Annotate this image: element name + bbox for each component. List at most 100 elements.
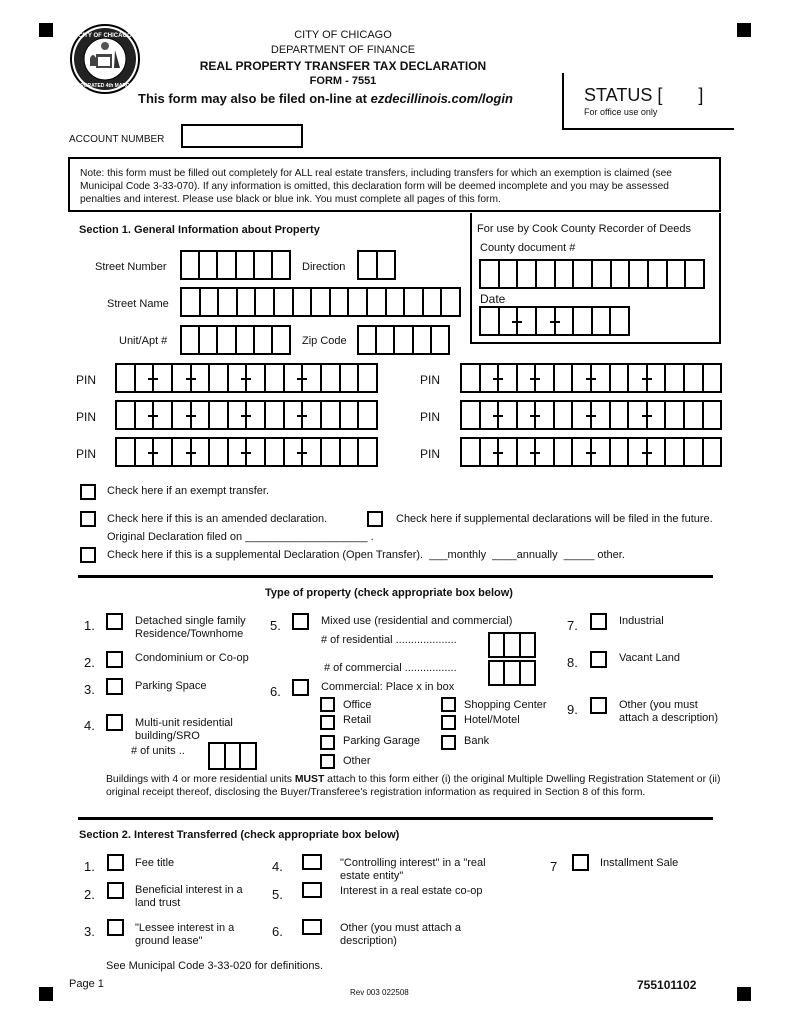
character-cell[interactable] (322, 439, 341, 465)
character-cell[interactable] (442, 289, 459, 315)
character-cell[interactable] (229, 365, 252, 391)
character-cell[interactable] (518, 439, 540, 465)
character-cell[interactable] (499, 439, 518, 465)
character-cell[interactable] (266, 365, 285, 391)
character-cell[interactable] (704, 439, 721, 465)
character-cell[interactable] (312, 289, 331, 315)
pin-field-6[interactable] (460, 437, 722, 467)
character-cell[interactable] (611, 308, 628, 334)
character-cell[interactable] (359, 365, 376, 391)
character-cell[interactable] (499, 365, 518, 391)
character-cell[interactable] (255, 252, 273, 278)
condominium-checkbox[interactable] (106, 651, 123, 668)
character-cell[interactable] (574, 308, 593, 334)
character-cell[interactable] (275, 289, 294, 315)
character-cell[interactable] (303, 439, 323, 465)
character-cell[interactable] (592, 439, 611, 465)
character-cell[interactable] (629, 439, 652, 465)
bank-checkbox[interactable] (441, 735, 456, 750)
character-cell[interactable] (182, 327, 201, 353)
shopping-center-checkbox[interactable] (441, 697, 456, 712)
character-cell[interactable] (117, 402, 136, 428)
character-cell[interactable] (378, 252, 395, 278)
character-cell[interactable] (229, 402, 252, 428)
character-cell[interactable] (432, 327, 448, 353)
character-cell[interactable] (462, 402, 481, 428)
character-cell[interactable] (505, 662, 521, 684)
character-cell[interactable] (704, 402, 721, 428)
character-cell[interactable] (537, 261, 556, 287)
multi-unit-checkbox[interactable] (106, 714, 123, 731)
character-cell[interactable] (462, 365, 481, 391)
character-cell[interactable] (117, 365, 136, 391)
character-cell[interactable] (555, 365, 574, 391)
fee-title-checkbox[interactable] (107, 854, 124, 871)
character-cell[interactable] (192, 402, 211, 428)
pin-field-1[interactable] (115, 363, 378, 393)
character-cell[interactable] (573, 402, 596, 428)
character-cell[interactable] (154, 402, 173, 428)
character-cell[interactable] (629, 402, 652, 428)
character-cell[interactable] (285, 439, 307, 465)
character-cell[interactable] (201, 289, 220, 315)
exempt-transfer-checkbox[interactable] (80, 484, 96, 500)
character-cell[interactable] (685, 365, 704, 391)
character-cell[interactable] (136, 402, 158, 428)
character-cell[interactable] (499, 402, 518, 428)
character-cell[interactable] (481, 261, 500, 287)
character-cell[interactable] (405, 289, 424, 315)
character-cell[interactable] (629, 365, 652, 391)
character-cell[interactable] (117, 439, 136, 465)
character-cell[interactable] (481, 308, 500, 334)
parking-garage-checkbox[interactable] (320, 735, 335, 750)
units-count-field[interactable] (208, 742, 257, 770)
character-cell[interactable] (247, 439, 267, 465)
character-cell[interactable] (649, 261, 668, 287)
character-cell[interactable] (481, 439, 503, 465)
character-cell[interactable] (341, 439, 360, 465)
character-cell[interactable] (612, 261, 631, 287)
character-cell[interactable] (210, 439, 229, 465)
hotel-motel-checkbox[interactable] (441, 715, 456, 730)
character-cell[interactable] (247, 402, 267, 428)
character-cell[interactable] (237, 252, 255, 278)
character-cell[interactable] (238, 289, 257, 315)
character-cell[interactable] (285, 365, 307, 391)
character-cell[interactable] (303, 402, 323, 428)
character-cell[interactable] (490, 662, 506, 684)
character-cell[interactable] (521, 634, 534, 656)
character-cell[interactable] (368, 289, 387, 315)
character-cell[interactable] (218, 327, 237, 353)
character-cell[interactable] (210, 744, 226, 768)
character-cell[interactable] (668, 261, 687, 287)
character-cell[interactable] (704, 365, 721, 391)
character-cell[interactable] (322, 402, 341, 428)
vacant-land-checkbox[interactable] (590, 651, 607, 668)
character-cell[interactable] (556, 261, 575, 287)
unit-apt-field[interactable] (180, 325, 291, 355)
character-cell[interactable] (182, 289, 201, 315)
industrial-checkbox[interactable] (590, 613, 607, 630)
character-cell[interactable] (556, 308, 575, 334)
co-op-interest-checkbox[interactable] (302, 882, 322, 898)
property-other-checkbox[interactable] (590, 697, 607, 714)
retail-checkbox[interactable] (320, 715, 335, 730)
detached-single-family-checkbox[interactable] (106, 613, 123, 630)
character-cell[interactable] (226, 744, 242, 768)
character-cell[interactable] (273, 327, 289, 353)
character-cell[interactable] (266, 402, 285, 428)
character-cell[interactable] (518, 308, 537, 334)
character-cell[interactable] (536, 439, 555, 465)
character-cell[interactable] (303, 365, 323, 391)
mixed-use-checkbox[interactable] (292, 613, 309, 630)
commercial-checkbox[interactable] (292, 679, 309, 696)
character-cell[interactable] (521, 662, 534, 684)
character-cell[interactable] (182, 252, 201, 278)
character-cell[interactable] (611, 439, 630, 465)
character-cell[interactable] (518, 365, 540, 391)
character-cell[interactable] (359, 252, 378, 278)
character-cell[interactable] (192, 439, 211, 465)
character-cell[interactable] (173, 439, 196, 465)
character-cell[interactable] (273, 252, 289, 278)
character-cell[interactable] (685, 439, 704, 465)
